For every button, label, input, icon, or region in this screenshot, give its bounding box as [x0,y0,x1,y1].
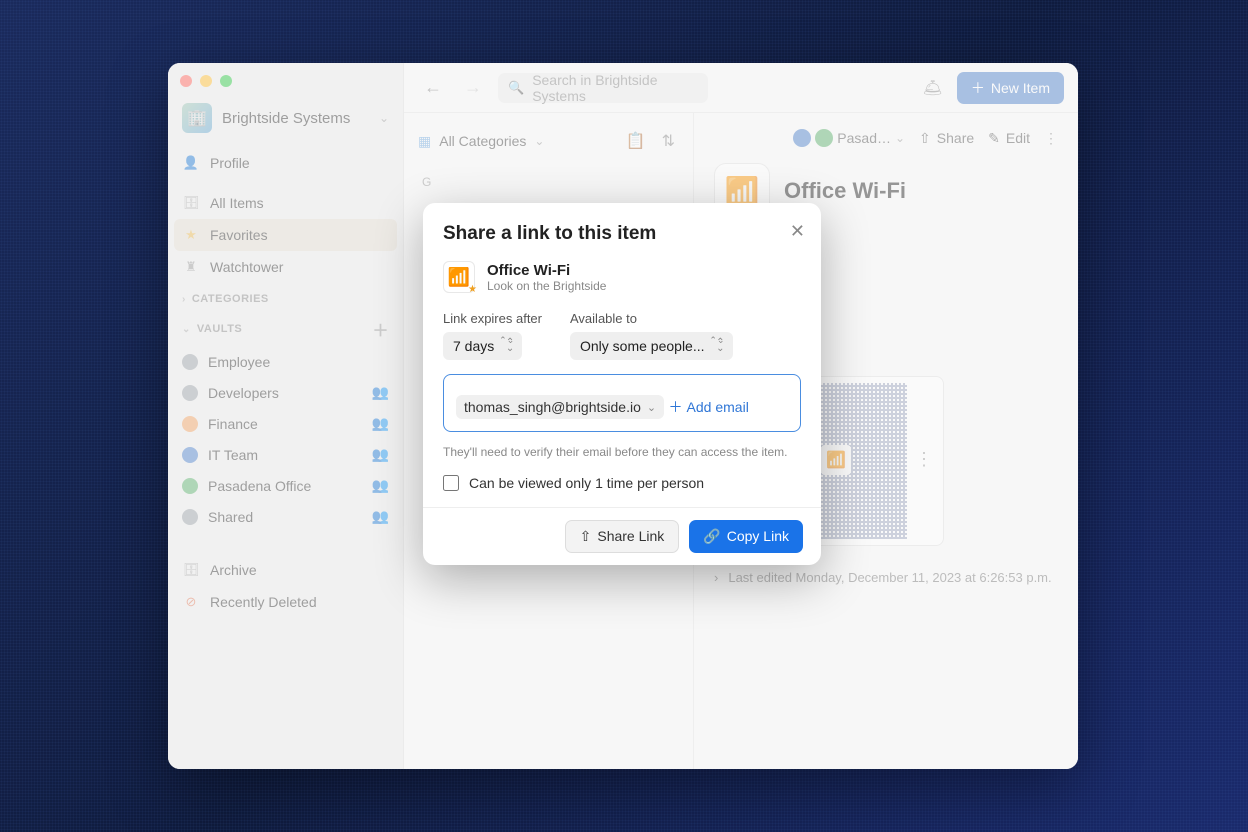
plus-icon: ＋ [669,397,683,417]
star-icon: ★ [468,284,477,295]
share-icon: ⇧ [580,528,592,545]
available-to-label: Available to [570,311,733,326]
copy-link-label: Copy Link [727,528,789,544]
email-chip-text: thomas_singh@brightside.io [464,399,641,415]
share-link-modal: ✕ Share a link to this item 📶★ Office Wi… [423,203,821,565]
expires-value: 7 days [453,338,494,354]
chevron-down-icon: ⌄ [647,401,656,414]
available-to-select[interactable]: Only some people... ⌃⌄ [570,332,733,360]
available-to-value: Only some people... [580,338,705,354]
modal-title: Share a link to this item [443,223,801,245]
email-chip[interactable]: thomas_singh@brightside.io ⌄ [456,395,664,419]
select-caret-icon: ⌃⌄ [506,340,514,352]
expires-select[interactable]: 7 days ⌃⌄ [443,332,522,360]
email-recipients-box[interactable]: thomas_singh@brightside.io ⌄ ＋ Add email [443,374,801,432]
wifi-icon: 📶★ [443,261,475,293]
add-email-label: Add email [687,399,749,415]
view-once-checkbox[interactable] [443,475,459,491]
help-text: They'll need to verify their email befor… [443,444,801,461]
modal-item-subtitle: Look on the Brightside [487,279,606,293]
link-icon: 🔗 [703,528,720,545]
add-email-button[interactable]: ＋ Add email [669,397,749,417]
select-caret-icon: ⌃⌄ [716,340,724,352]
share-link-label: Share Link [597,528,664,544]
expires-label: Link expires after [443,311,542,326]
share-link-button[interactable]: ⇧ Share Link [565,520,680,553]
copy-link-button[interactable]: 🔗 Copy Link [689,520,803,553]
close-modal-button[interactable]: ✕ [790,221,805,242]
modal-item-name: Office Wi-Fi [487,262,606,279]
view-once-label: Can be viewed only 1 time per person [469,475,704,491]
